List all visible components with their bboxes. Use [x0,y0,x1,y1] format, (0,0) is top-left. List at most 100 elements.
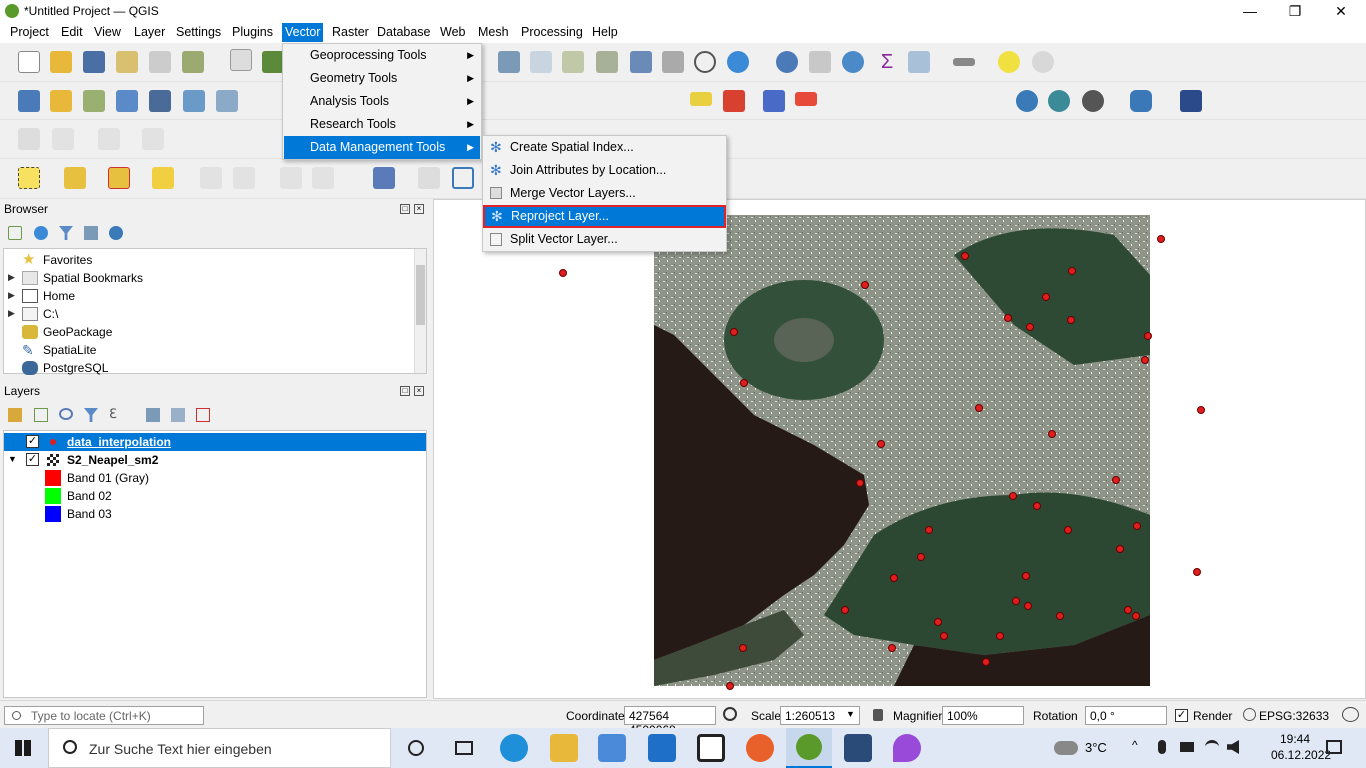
menu-database[interactable]: Database [377,25,431,39]
notification-icon[interactable] [1326,740,1342,754]
qgis-taskbar-button[interactable] [786,728,832,768]
browser-scrollbar[interactable] [414,249,426,373]
locator-search-input[interactable]: Type to locate (Ctrl+K) [4,706,204,725]
select-by-value-icon[interactable] [64,167,86,189]
collapse-arrow-icon[interactable]: ▼ [8,454,17,464]
expand-all-icon[interactable] [146,408,160,422]
layer-visibility-checkbox[interactable]: ✓ [26,453,39,466]
menu-join-attributes-by-location[interactable]: ✻ Join Attributes by Location... [484,159,725,182]
expand-arrow-icon[interactable]: ▶ [8,272,15,283]
geocoding-icon[interactable] [1016,90,1038,112]
menu-help[interactable]: Help [592,25,618,39]
menu-geometry-tools[interactable]: Geometry Tools ▶ [284,67,480,90]
open-project-icon[interactable] [50,51,72,73]
edge-icon[interactable] [500,734,528,762]
annotation-text-icon[interactable] [373,167,395,189]
maximize-button[interactable]: ❐ [1272,0,1318,22]
collapse-all-icon[interactable] [84,226,98,240]
expand-arrow-icon[interactable]: ▶ [8,290,15,301]
lock-icon[interactable] [873,709,883,721]
file-explorer-icon[interactable] [550,734,578,762]
select-features-icon[interactable] [18,167,40,189]
new-print-layout-icon[interactable] [116,51,138,73]
coordinate-field[interactable]: 427564 4500068 [624,706,716,737]
filter-expression-icon[interactable]: ℇ [109,406,117,422]
clock-date[interactable]: 06.12.2022 [1271,748,1331,762]
save-project-icon[interactable] [83,51,105,73]
browser-item-favorites[interactable]: ★ Favorites [4,251,414,269]
add-group-icon[interactable] [34,408,48,422]
layout-manager-icon[interactable] [149,51,171,73]
taskbar-search-input[interactable]: Zur Suche Text hier eingeben [48,728,391,768]
close-panel-icon[interactable]: × [414,386,424,396]
menu-split-vector-layer[interactable]: Split Vector Layer... [484,228,725,251]
refresh-browser-icon[interactable] [34,226,48,240]
processing-toolbox-icon[interactable] [842,51,864,73]
deselect-all-icon[interactable] [108,167,130,189]
scale-dropdown-icon[interactable]: ▼ [846,709,855,719]
pan-map-icon[interactable] [230,49,252,71]
minimize-button[interactable]: — [1227,0,1273,22]
identify-features-icon[interactable] [776,51,798,73]
remove-layer-icon[interactable] [196,408,210,422]
clock-time[interactable]: 19:44 [1280,732,1310,746]
layers-tree[interactable]: ✓ data_interpolation ▼ ✓ S2_Neapel_sm2 B… [3,430,427,698]
show-bookmarks-icon[interactable] [596,51,618,73]
float-panel-icon[interactable]: □ [400,204,410,214]
help-contents-icon[interactable] [1180,90,1202,112]
menu-processing[interactable]: Processing [521,25,583,39]
browser-item-c-drive[interactable]: ▶ C:\ [4,305,414,323]
spatial-bookmark-icon[interactable] [630,51,652,73]
select-location-icon[interactable] [152,167,174,189]
refresh-icon[interactable] [727,51,749,73]
menu-mesh[interactable]: Mesh [478,25,509,39]
layer-visibility-checkbox[interactable]: ✓ [26,435,39,448]
task-view-icon[interactable] [455,741,473,755]
menu-layer[interactable]: Layer [134,25,165,39]
statistical-summary-icon[interactable]: Σ [876,51,898,73]
menu-vector[interactable]: Vector [282,23,324,42]
new-spatialite-layer-icon[interactable] [116,90,138,112]
microphone-icon[interactable] [1158,740,1166,754]
volume-icon[interactable] [1227,740,1239,754]
collapse-all-icon[interactable] [171,408,185,422]
text-annotation-icon[interactable] [998,51,1020,73]
rotation-field[interactable]: 0,0 ° [1085,706,1167,725]
menu-create-spatial-index[interactable]: ✻ Create Spatial Index... [484,136,725,159]
browser-item-spatialite[interactable]: ✎ SpatiaLite [4,341,414,359]
open-layer-styling-icon[interactable] [8,408,22,422]
measure-line-icon[interactable] [953,58,975,66]
menu-settings[interactable]: Settings [176,25,221,39]
filter-browser-icon[interactable] [59,226,73,240]
menu-research-tools[interactable]: Research Tools ▶ [284,113,480,136]
web-service-icon[interactable] [1048,90,1070,112]
close-button[interactable]: ✕ [1318,0,1364,22]
label-toolbar-icon[interactable] [690,92,712,106]
cortana-icon[interactable] [408,740,424,756]
zoom-last-icon[interactable] [530,51,552,73]
map-canvas[interactable] [433,199,1366,699]
weather-temp[interactable]: 3°C [1085,740,1107,755]
new-temp-layer-icon[interactable] [149,90,171,112]
windows-start-icon[interactable] [15,740,31,756]
python-console-icon[interactable] [1130,90,1152,112]
show-map-tips-icon[interactable] [662,51,684,73]
battery-icon[interactable] [1180,742,1194,752]
unity-icon[interactable] [697,734,725,762]
browser-item-geopackage[interactable]: GeoPackage [4,323,414,341]
filter-legend-icon[interactable] [84,408,98,422]
menu-analysis-tools[interactable]: Analysis Tools ▶ [284,90,480,113]
crs-globe-icon[interactable] [1243,708,1256,721]
menu-reproject-layer[interactable]: ✻ Reproject Layer... [483,205,726,228]
browser-item-spatial-bookmarks[interactable]: ▶ Spatial Bookmarks [4,269,414,287]
attribute-table-icon[interactable] [809,51,831,73]
browser-item-postgresql[interactable]: PostgreSQL [4,359,414,377]
shape-digitize-icon[interactable] [452,167,474,189]
label-pin-icon[interactable] [723,90,745,112]
add-selected-layers-icon[interactable] [8,226,22,240]
new-bookmark-icon[interactable] [562,51,584,73]
menu-merge-vector-layers[interactable]: Merge Vector Layers... [484,182,725,205]
layer-s2-neapel[interactable]: ▼ ✓ S2_Neapel_sm2 [4,451,426,469]
menu-geoprocessing-tools[interactable]: Geoprocessing Tools ▶ [284,44,480,67]
open-field-calculator-icon[interactable] [908,51,930,73]
